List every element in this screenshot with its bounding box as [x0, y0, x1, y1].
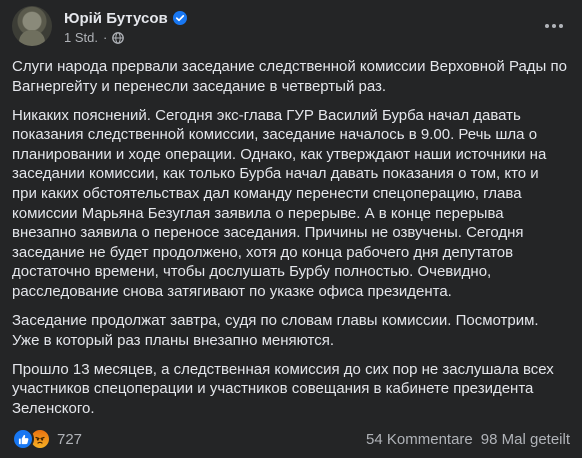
post-footer: 727 54 Kommentare 98 Mal geteilt: [12, 428, 570, 450]
facebook-post: Юрій Бутусов 1 Std. · Слуги народа прерв…: [0, 0, 582, 458]
post-header: Юрій Бутусов 1 Std. ·: [12, 4, 570, 48]
meta-separator: ·: [102, 30, 108, 45]
reaction-count: 727: [57, 430, 83, 448]
author-name[interactable]: Юрій Бутусов: [64, 10, 168, 27]
avatar[interactable]: [12, 6, 52, 46]
author-line: Юрій Бутусов: [64, 8, 187, 28]
post-timestamp[interactable]: 1 Std.: [64, 30, 98, 45]
comments-count[interactable]: 54 Kommentare: [366, 431, 473, 448]
post-body: Слуги народа прервали заседание следстве…: [12, 57, 572, 428]
globe-icon[interactable]: [112, 31, 125, 44]
more-options-button[interactable]: [538, 10, 570, 42]
like-icon: [12, 428, 34, 450]
post-paragraph: Прошло 13 месяцев, а следственная комисс…: [12, 360, 554, 417]
post-paragraph: Никаких пояснений. Сегодня экс-глава ГУР…: [12, 106, 547, 301]
more-options-icon: [545, 24, 563, 28]
verified-badge-icon: [172, 11, 187, 25]
post-meta: 1 Std. ·: [64, 30, 125, 45]
shares-count[interactable]: 98 Mal geteilt: [481, 431, 570, 448]
post-paragraph: Слуги народа прервали заседание следстве…: [12, 58, 567, 95]
reactions-summary[interactable]: 727: [12, 428, 82, 450]
post-paragraph: Заседание продолжат завтра, судя по слов…: [12, 312, 539, 349]
